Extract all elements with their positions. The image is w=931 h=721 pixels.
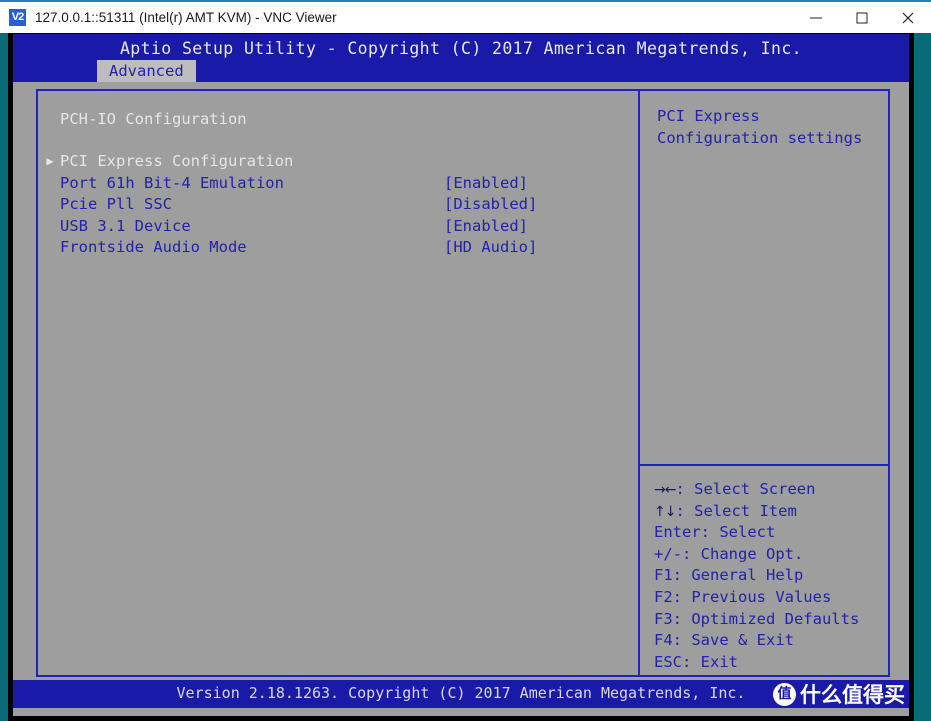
bios-footer: Version 2.18.1263. Copyright (C) 2017 Am… — [13, 680, 909, 708]
help-pane: PCI Express Configuration settings →←: S… — [640, 91, 890, 675]
vnc-app-icon: V2 — [9, 9, 26, 26]
key-legend-text: F4: Save & Exit — [654, 631, 794, 650]
setting-row[interactable]: ▶ PCI Express Configuration — [38, 151, 638, 173]
minimize-button[interactable] — [793, 2, 839, 33]
key-legend-row: ↑↓: Select Item — [654, 501, 890, 523]
tab-advanced[interactable]: Advanced — [97, 60, 196, 82]
settings-pane: PCH-IO Configuration ▶ PCI Express Config… — [38, 91, 638, 675]
key-legend-text: : Select Item — [675, 501, 797, 520]
window-controls — [793, 2, 931, 33]
watermark: 值 什么值得买 — [773, 680, 905, 708]
setting-row[interactable]: Pcie Pll SSC [Disabled] — [38, 194, 638, 216]
key-legend-row: ESC: Exit — [654, 652, 890, 674]
setting-label: Port 61h Bit-4 Emulation — [60, 173, 284, 192]
key-legend-row: F4: Save & Exit — [654, 630, 890, 652]
setting-row[interactable]: Frontside Audio Mode [HD Audio] — [38, 237, 638, 259]
maximize-icon — [856, 12, 868, 23]
key-legend-row: F2: Previous Values — [654, 587, 890, 609]
key-legend-row: +/-: Change Opt. — [654, 544, 890, 566]
submenu-arrow-icon: ▶ — [46, 154, 54, 168]
close-button[interactable] — [885, 2, 931, 33]
key-legend-text: F1: General Help — [654, 566, 804, 585]
watermark-text: 什么值得买 — [800, 683, 905, 707]
key-legend-text: F2: Previous Values — [654, 587, 832, 606]
key-legend-text: : Select Screen — [675, 480, 816, 498]
key-legend-text: ESC: Exit — [654, 652, 738, 671]
close-icon — [902, 12, 914, 23]
window-title: 127.0.0.1::51311 (Intel(r) AMT KVM) - VN… — [35, 10, 337, 25]
key-legend-text: +/-: Change Opt. — [654, 544, 804, 563]
help-description: PCI Express Configuration settings — [657, 107, 863, 147]
setting-value[interactable]: [Enabled] — [444, 216, 528, 238]
setting-label: Pcie Pll SSC — [60, 195, 172, 214]
bios-header: Aptio Setup Utility - Copyright (C) 2017… — [13, 34, 909, 82]
key-legend-text: F3: Optimized Defaults — [654, 609, 860, 628]
key-legend-row: →←: Select Screen — [654, 479, 890, 501]
key-glyph-icon: ↑↓ — [654, 503, 676, 520]
setting-label: PCI Express Configuration — [60, 152, 294, 170]
setting-label: Frontside Audio Mode — [60, 238, 247, 257]
key-legend-text: Enter: Select — [654, 523, 776, 542]
page-title: PCH-IO Configuration — [60, 110, 247, 128]
minimize-icon — [810, 17, 822, 18]
setting-row[interactable]: Port 61h Bit-4 Emulation [Enabled] — [38, 173, 638, 195]
watermark-badge-icon: 值 — [773, 682, 796, 706]
bios-content-frame: PCH-IO Configuration ▶ PCI Express Config… — [36, 89, 890, 677]
window-titlebar: V2 127.0.0.1::51311 (Intel(r) AMT KVM) -… — [0, 0, 931, 33]
setting-value[interactable]: [HD Audio] — [444, 237, 537, 259]
key-legend: →←: Select Screen ↑↓: Select Item Enter: S… — [654, 479, 890, 673]
bios-screen: Aptio Setup Utility - Copyright (C) 2017… — [13, 34, 909, 716]
setting-label: USB 3.1 Device — [60, 216, 191, 235]
key-glyph-icon: →← — [654, 482, 676, 498]
key-legend-row: Enter: Select — [654, 522, 890, 544]
key-legend-row: F3: Optimized Defaults — [654, 609, 890, 631]
key-legend-row: F1: General Help — [654, 565, 890, 587]
bios-title: Aptio Setup Utility - Copyright (C) 2017… — [119, 39, 803, 58]
setting-value[interactable]: [Disabled] — [444, 194, 537, 216]
setting-value[interactable]: [Enabled] — [444, 173, 528, 195]
vnc-viewer-window: V2 127.0.0.1::51311 (Intel(r) AMT KVM) -… — [0, 0, 931, 721]
setting-row[interactable]: USB 3.1 Device [Enabled] — [38, 216, 638, 238]
settings-list: ▶ PCI Express Configuration Port 61h Bit-4… — [38, 151, 638, 259]
bios-tabbar: Advanced — [13, 60, 909, 82]
maximize-button[interactable] — [839, 2, 885, 33]
